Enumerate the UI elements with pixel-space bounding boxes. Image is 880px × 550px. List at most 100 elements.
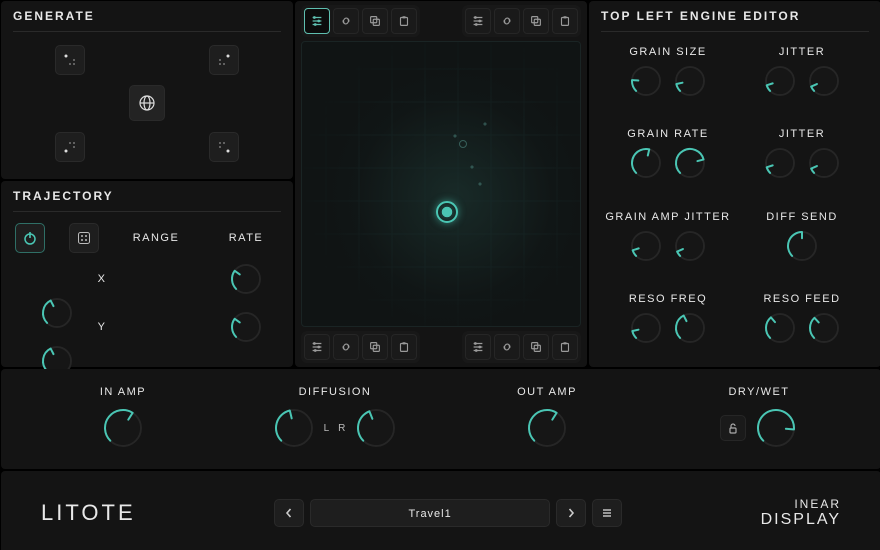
engine-4-knob-1[interactable] xyxy=(673,229,707,263)
generate-corner-bottom-right[interactable] xyxy=(209,132,239,162)
engine-bottom-left-link-button[interactable] xyxy=(333,334,359,360)
generate-global[interactable] xyxy=(129,85,165,121)
xy-pad[interactable] xyxy=(301,41,581,327)
paste-icon xyxy=(397,14,411,28)
generate-corner-bottom-left[interactable] xyxy=(55,132,85,162)
trajectory-X-rate-knob[interactable] xyxy=(40,296,74,330)
engine-top-right-link-button[interactable] xyxy=(494,8,520,34)
engine-7-knob-0[interactable] xyxy=(763,311,797,345)
trajectory-randomize-button[interactable] xyxy=(69,223,99,253)
lock-open-icon xyxy=(727,422,739,434)
copy-icon xyxy=(529,340,543,354)
engine-top-left-link-button[interactable] xyxy=(333,8,359,34)
param-label: RESO FEED xyxy=(763,293,840,305)
param-label: RESO FREQ xyxy=(629,293,707,305)
product-logo: LITOTE xyxy=(41,500,136,526)
engine-bottom-right-paste-button[interactable] xyxy=(552,334,578,360)
channel-label-r: R xyxy=(338,423,346,434)
engine-7-knob-1[interactable] xyxy=(807,311,841,345)
param-label: GRAIN RATE xyxy=(627,128,708,140)
param-label: JITTER xyxy=(779,128,825,140)
engine-param: GRAIN AMP JITTER xyxy=(601,197,735,277)
engine-5-knob-0[interactable] xyxy=(785,229,819,263)
generate-corner-top-right[interactable] xyxy=(209,45,239,75)
engine-param: GRAIN RATE xyxy=(601,114,735,194)
engine-4-knob-0[interactable] xyxy=(629,229,663,263)
preset-next-button[interactable] xyxy=(556,499,586,527)
engine-2-knob-1[interactable] xyxy=(673,146,707,180)
trajectory-header-range: RANGE xyxy=(133,232,180,244)
engine-top-left-copy-button[interactable] xyxy=(362,8,388,34)
generate-title: GENERATE xyxy=(1,1,293,27)
trajectory-header-rate: RATE xyxy=(229,232,264,244)
chevron-left-icon xyxy=(284,508,294,518)
globe-icon xyxy=(138,94,156,112)
engine-bottom-left-paste-button[interactable] xyxy=(391,334,417,360)
global-2-knob-0[interactable] xyxy=(525,406,569,450)
copy-icon xyxy=(368,14,382,28)
sliders-icon xyxy=(310,14,324,28)
brand-logo: INEAR DISPLAY xyxy=(761,498,841,529)
engine-bottom-left-sliders-button[interactable] xyxy=(304,334,330,360)
engine-top-right-copy-button[interactable] xyxy=(523,8,549,34)
preset-menu-button[interactable] xyxy=(592,499,622,527)
paste-icon xyxy=(397,340,411,354)
engine-1-knob-0[interactable] xyxy=(763,64,797,98)
corner-tr-icon xyxy=(217,53,231,67)
dice-icon xyxy=(77,231,91,245)
global-1-knob-0[interactable] xyxy=(272,406,316,450)
engine-6-knob-1[interactable] xyxy=(673,311,707,345)
xy-toolbar-bottom xyxy=(295,327,587,367)
xy-cursor[interactable] xyxy=(436,201,458,223)
xy-particle xyxy=(459,140,467,148)
global-3-knob-0[interactable] xyxy=(754,406,798,450)
engine-6-knob-0[interactable] xyxy=(629,311,663,345)
engine-param: DIFF SEND xyxy=(735,197,869,277)
param-label: GRAIN SIZE xyxy=(629,46,706,58)
global-param: OUT AMP xyxy=(517,386,577,450)
global-1-knob-1[interactable] xyxy=(354,406,398,450)
engine-top-right-paste-button[interactable] xyxy=(552,8,578,34)
engine-3-knob-0[interactable] xyxy=(763,146,797,180)
engine-0-knob-1[interactable] xyxy=(673,64,707,98)
global-param: DRY/WET xyxy=(720,386,798,450)
global-0-knob-0[interactable] xyxy=(101,406,145,450)
xy-panel xyxy=(295,1,587,367)
xy-particle xyxy=(478,183,481,186)
engine-2-knob-0[interactable] xyxy=(629,146,663,180)
engine-bottom-right-sliders-button[interactable] xyxy=(465,334,491,360)
engine-0-knob-0[interactable] xyxy=(629,64,663,98)
generate-corner-top-left[interactable] xyxy=(55,45,85,75)
trajectory-row: X xyxy=(3,262,291,310)
engine-top-left-paste-button[interactable] xyxy=(391,8,417,34)
engine-param: JITTER xyxy=(735,32,869,112)
trajectory-X-range-knob[interactable] xyxy=(229,262,263,296)
engine-param: RESO FEED xyxy=(735,279,869,359)
global-params-panel: IN AMP DIFFUSION LR OUT AMP DRY/WET xyxy=(1,369,880,469)
engine-param: RESO FREQ xyxy=(601,279,735,359)
engine-bottom-left-copy-button[interactable] xyxy=(362,334,388,360)
param-label: GRAIN AMP JITTER xyxy=(605,211,730,223)
preset-name-display[interactable]: Travel1 xyxy=(310,499,550,527)
trajectory-Y-range-knob[interactable] xyxy=(229,310,263,344)
xy-toolbar-top xyxy=(295,1,587,41)
global-param: IN AMP xyxy=(100,386,146,450)
engine-1-knob-1[interactable] xyxy=(807,64,841,98)
trajectory-title: TRAJECTORY xyxy=(1,181,293,207)
param-label: OUT AMP xyxy=(517,386,577,398)
engine-top-right-sliders-button[interactable] xyxy=(465,8,491,34)
preset-prev-button[interactable] xyxy=(274,499,304,527)
engine-param: GRAIN SIZE xyxy=(601,32,735,112)
engine-bottom-right-link-button[interactable] xyxy=(494,334,520,360)
param-label: JITTER xyxy=(779,46,825,58)
trajectory-power-button[interactable] xyxy=(15,223,45,253)
engine-bottom-right-copy-button[interactable] xyxy=(523,334,549,360)
corner-tl-icon xyxy=(63,53,77,67)
copy-icon xyxy=(529,14,543,28)
global-param: DIFFUSION LR xyxy=(272,386,399,450)
engine-top-left-sliders-button[interactable] xyxy=(304,8,330,34)
drywet-lock-button[interactable] xyxy=(720,415,746,441)
sliders-icon xyxy=(310,340,324,354)
paste-icon xyxy=(558,14,572,28)
engine-3-knob-1[interactable] xyxy=(807,146,841,180)
